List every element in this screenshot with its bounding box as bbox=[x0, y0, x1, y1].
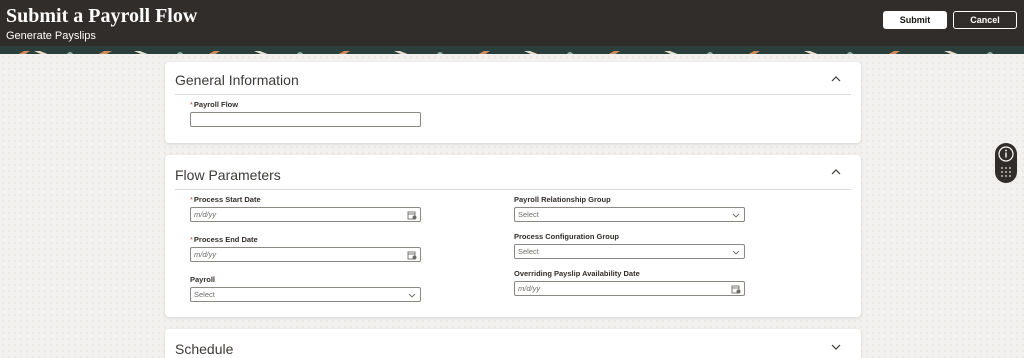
chevron-down-icon bbox=[732, 213, 740, 218]
chevron-up-icon[interactable] bbox=[829, 165, 843, 179]
process-end-date-input[interactable]: m/d/yy bbox=[190, 247, 421, 262]
chevron-up-icon[interactable] bbox=[829, 72, 843, 86]
section-title: General Information bbox=[175, 72, 299, 88]
required-marker: * bbox=[190, 195, 193, 204]
section-divider bbox=[175, 189, 851, 190]
section-title: Flow Parameters bbox=[175, 167, 281, 183]
date-placeholder: m/d/yy bbox=[194, 250, 217, 259]
overriding-payslip-date-input[interactable]: m/d/yy bbox=[514, 281, 745, 296]
overriding-payslip-date-label: Overriding Payslip Availability Date bbox=[514, 269, 640, 278]
process-start-date-label: *Process Start Date bbox=[190, 195, 261, 204]
calendar-icon[interactable] bbox=[407, 250, 417, 260]
payroll-relationship-group-label: Payroll Relationship Group bbox=[514, 195, 611, 204]
select-placeholder: Select bbox=[518, 210, 539, 219]
calendar-icon[interactable] bbox=[407, 210, 417, 220]
label-text: Process Start Date bbox=[193, 195, 261, 204]
process-configuration-group-label: Process Configuration Group bbox=[514, 232, 620, 241]
payroll-relationship-group-select[interactable]: Select bbox=[514, 207, 745, 222]
chevron-down-icon bbox=[732, 250, 740, 255]
payroll-flow-label: *Payroll Flow bbox=[190, 100, 238, 109]
payroll-flow-input[interactable] bbox=[190, 112, 421, 127]
flow-parameters-section: Flow Parameters *Process Start Date m/d/… bbox=[165, 155, 861, 317]
calendar-icon[interactable] bbox=[731, 284, 741, 294]
required-marker: * bbox=[190, 235, 193, 244]
label-text: Process End Date bbox=[193, 235, 258, 244]
chevron-down-icon bbox=[408, 293, 416, 298]
page-subtitle: Generate Payslips bbox=[6, 30, 96, 42]
select-placeholder: Select bbox=[194, 290, 215, 299]
process-configuration-group-select[interactable]: Select bbox=[514, 244, 745, 259]
payroll-select[interactable]: Select bbox=[190, 287, 421, 302]
date-placeholder: m/d/yy bbox=[194, 210, 217, 219]
page-title: Submit a Payroll Flow bbox=[6, 5, 198, 27]
general-information-section: General Information *Payroll Flow bbox=[165, 62, 861, 143]
required-marker: * bbox=[190, 100, 193, 109]
info-icon[interactable] bbox=[995, 143, 1017, 183]
section-divider bbox=[175, 94, 851, 95]
process-end-date-label: *Process End Date bbox=[190, 235, 258, 244]
page-header: Submit a Payroll Flow Generate Payslips … bbox=[0, 0, 1024, 46]
cancel-button[interactable]: Cancel bbox=[953, 11, 1017, 29]
help-widget[interactable] bbox=[995, 143, 1017, 183]
label-text: Payroll Flow bbox=[193, 100, 239, 109]
section-title: Schedule bbox=[175, 341, 234, 357]
select-placeholder: Select bbox=[518, 247, 539, 256]
submit-button[interactable]: Submit bbox=[883, 11, 947, 29]
schedule-section: Schedule bbox=[165, 329, 861, 358]
process-start-date-input[interactable]: m/d/yy bbox=[190, 207, 421, 222]
decorative-banner bbox=[0, 46, 1024, 54]
payroll-label: Payroll bbox=[190, 275, 216, 284]
chevron-down-icon[interactable] bbox=[829, 340, 843, 354]
date-placeholder: m/d/yy bbox=[518, 284, 541, 293]
